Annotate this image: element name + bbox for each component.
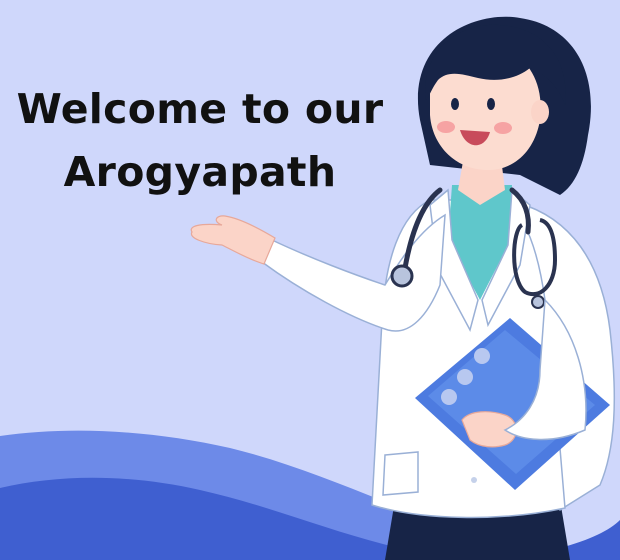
clipboard-dot [457,369,473,385]
clipboard-dot [474,348,490,364]
eye-right [487,98,495,110]
coat-pocket [382,451,419,496]
cheek-left [437,121,455,133]
ear [531,100,549,124]
hand-extended [190,215,276,265]
illustration [0,16,620,560]
clipboard-dot [441,389,457,405]
eye-left [451,98,459,110]
coat-button [471,477,477,483]
cheek-right [494,122,512,134]
